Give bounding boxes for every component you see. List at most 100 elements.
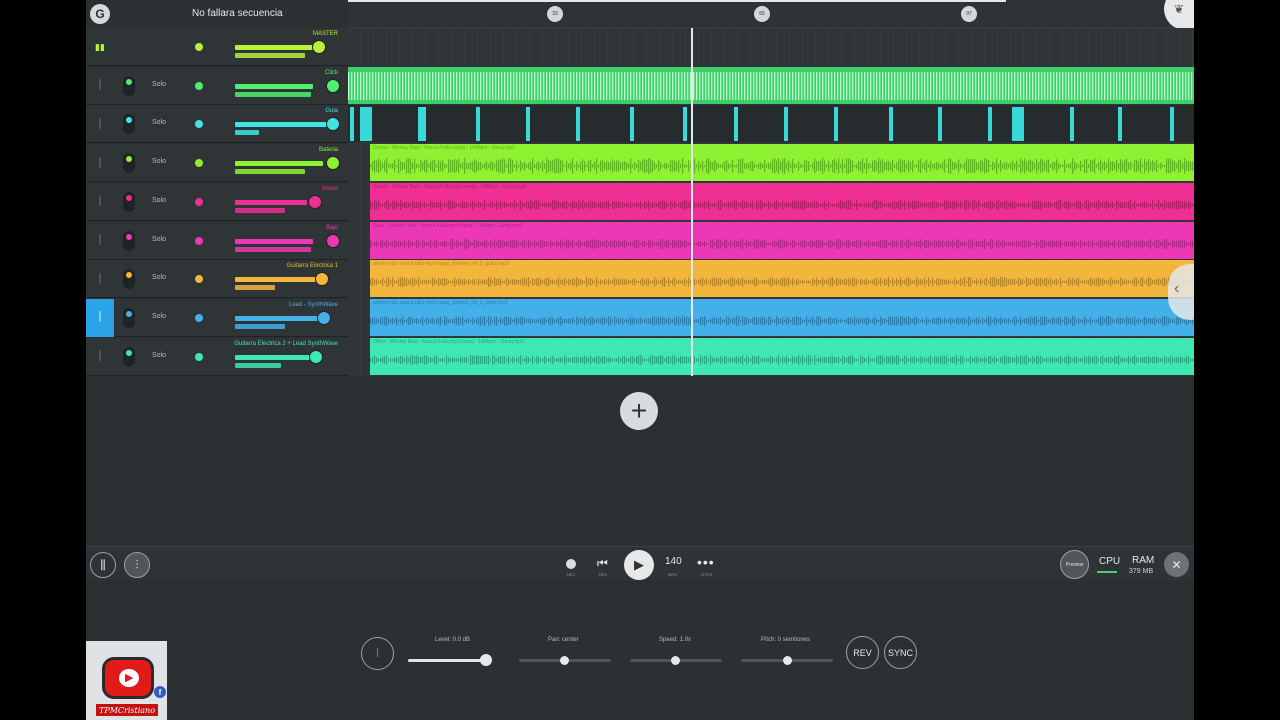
close-button[interactable]: ✕ bbox=[1164, 552, 1189, 577]
pan-knob[interactable] bbox=[123, 269, 135, 290]
record-button[interactable] bbox=[566, 559, 576, 569]
side-panel-handle[interactable]: ‹ bbox=[1168, 264, 1194, 320]
audio-clip[interactable]: Drums - Wesley Ruiz - Nunca Falla.mpeg -… bbox=[370, 144, 1194, 182]
waveform-icon[interactable]: ⦚ bbox=[86, 105, 114, 143]
pan-knob[interactable] bbox=[123, 307, 135, 328]
solo-button[interactable]: Solo bbox=[152, 119, 166, 126]
track-row[interactable]: ⦚ Solo Click bbox=[86, 66, 348, 105]
audio-clip-click[interactable] bbox=[348, 66, 1194, 104]
speed-slider-handle[interactable] bbox=[671, 656, 680, 665]
pan-knob[interactable] bbox=[123, 230, 135, 251]
volume-meter bbox=[235, 354, 315, 360]
mute-button[interactable] bbox=[195, 81, 203, 90]
sync-label: SYNC bbox=[887, 647, 913, 658]
waveform-icon[interactable]: ⦚ bbox=[86, 67, 114, 105]
sync-button[interactable]: SYNC bbox=[884, 636, 917, 669]
browser-button[interactable]: ❦ bbox=[1164, 0, 1194, 30]
ruler-loop-bar[interactable] bbox=[348, 0, 1006, 2]
volume-slider-handle[interactable] bbox=[316, 273, 328, 286]
volume-slider-handle[interactable] bbox=[313, 41, 325, 53]
track-row[interactable]: ⦚ Solo Voces bbox=[86, 182, 348, 221]
track-name: Click bbox=[325, 69, 338, 76]
pan-knob[interactable] bbox=[123, 346, 135, 367]
close-icon: ✕ bbox=[1171, 557, 1182, 572]
playhead[interactable] bbox=[691, 28, 693, 376]
rewind-icon[interactable]: ⏮ bbox=[597, 556, 608, 571]
solo-button[interactable]: Solo bbox=[152, 274, 166, 281]
audio-clip[interactable]: wesley-ruiz-nunca-falla-mp3-mpeg_6stems_… bbox=[370, 298, 1194, 336]
ruler-marker[interactable]: 97 bbox=[961, 6, 977, 22]
mute-button[interactable] bbox=[195, 275, 203, 284]
ram-value: 379 MB bbox=[1129, 568, 1154, 575]
mute-button[interactable] bbox=[195, 197, 203, 206]
mute-button[interactable] bbox=[195, 159, 203, 168]
ruler-marker[interactable]: 33 bbox=[547, 6, 563, 22]
tempo-value[interactable]: 140 bbox=[665, 556, 682, 567]
audio-clip[interactable]: wesley-ruiz-nunca-falla-mp3-mpeg_6stems_… bbox=[370, 260, 1194, 298]
track-row[interactable]: ⦚ Solo Guitarra Electrica 2 + Lead SynthWa… bbox=[86, 337, 348, 376]
pan-knob-indicator bbox=[126, 78, 132, 85]
volume-slider-handle[interactable] bbox=[327, 157, 339, 170]
volume-meter bbox=[235, 285, 275, 291]
preview-button[interactable]: Preview bbox=[1060, 550, 1089, 579]
waveform-button[interactable]: ⦚ bbox=[361, 637, 394, 670]
pan-knob[interactable] bbox=[123, 191, 135, 212]
facebook-icon: f bbox=[154, 686, 166, 698]
volume-slider-handle[interactable] bbox=[327, 118, 339, 131]
preview-label: Preview bbox=[1065, 561, 1084, 568]
pan-knob[interactable] bbox=[123, 114, 135, 135]
ruler-marker[interactable]: 65 bbox=[754, 6, 770, 22]
mute-button[interactable] bbox=[195, 236, 203, 245]
track-row[interactable]: ▮▮ MASTER bbox=[86, 28, 348, 66]
more-options-icon[interactable]: ••• bbox=[697, 554, 715, 570]
app-logo-icon[interactable]: G bbox=[90, 4, 110, 24]
volume-slider-handle[interactable] bbox=[327, 79, 339, 92]
waveform-icon[interactable]: ⦚ bbox=[86, 298, 114, 337]
header: G No fallara secuencia bbox=[86, 0, 348, 28]
solo-button[interactable]: Solo bbox=[152, 352, 166, 359]
channel-settings-button[interactable]: ⫶ bbox=[124, 552, 150, 578]
track-row[interactable]: ⦚ Solo Lead - SynthWave bbox=[86, 298, 348, 337]
mute-button[interactable] bbox=[195, 120, 203, 129]
mixer-button[interactable]: ⫼ bbox=[90, 552, 116, 578]
arrangement-view[interactable]: Drums - Wesley Ruiz - Nunca Falla.mpeg -… bbox=[348, 28, 1194, 376]
solo-button[interactable]: Solo bbox=[152, 158, 166, 165]
level-slider-handle[interactable] bbox=[480, 654, 492, 666]
mute-button[interactable] bbox=[195, 43, 203, 51]
volume-meter bbox=[235, 53, 305, 58]
pitch-slider-handle[interactable] bbox=[783, 656, 792, 665]
waveform-icon[interactable]: ⦚ bbox=[86, 222, 114, 260]
pan-knob[interactable] bbox=[123, 75, 135, 96]
track-row[interactable]: ⦚ Solo Bateria bbox=[86, 144, 348, 183]
solo-button[interactable]: Solo bbox=[152, 197, 166, 204]
mute-button[interactable] bbox=[195, 313, 203, 322]
volume-meter bbox=[235, 246, 311, 252]
pan-slider-handle[interactable] bbox=[560, 656, 569, 665]
mute-button[interactable] bbox=[195, 352, 203, 361]
audio-clip-guide[interactable] bbox=[348, 105, 1194, 143]
level-slider-fill bbox=[408, 659, 486, 662]
solo-button[interactable]: Solo bbox=[152, 236, 166, 243]
audio-clip[interactable]: Vocals - Wesley Ruiz - Nunca Falla.mp3.m… bbox=[370, 182, 1194, 220]
play-button[interactable]: ▶ bbox=[624, 550, 654, 580]
mixer-bars-icon[interactable]: ▮▮ bbox=[86, 28, 114, 66]
waveform-icon[interactable]: ⦚ bbox=[86, 144, 114, 182]
track-row[interactable]: ⦚ Solo Guitarra Electrica 1 bbox=[86, 260, 348, 299]
waveform-icon[interactable]: ⦚ bbox=[86, 183, 114, 221]
track-row[interactable]: ⦚ Solo Bajo bbox=[86, 221, 348, 260]
volume-slider-handle[interactable] bbox=[327, 234, 339, 247]
volume-slider-handle[interactable] bbox=[309, 195, 321, 208]
audio-clip[interactable]: Bass - Wesley Ruiz - Nunca Falla.mp3.mpe… bbox=[370, 221, 1194, 259]
reverse-button[interactable]: REV bbox=[846, 636, 879, 669]
track-row[interactable]: ⦚ Solo Guia bbox=[86, 105, 348, 144]
waveform-icon[interactable]: ⦚ bbox=[86, 338, 114, 376]
volume-slider-handle[interactable] bbox=[310, 350, 322, 363]
waveform-icon[interactable]: ⦚ bbox=[86, 260, 114, 298]
audio-clip[interactable]: Other - Wesley Ruiz - Nunca Falla.mp3.mp… bbox=[370, 337, 1194, 375]
timeline-ruler[interactable]: 33 65 97 ❦ bbox=[348, 0, 1194, 30]
solo-button[interactable]: Solo bbox=[152, 81, 166, 88]
solo-button[interactable]: Solo bbox=[152, 313, 166, 320]
add-track-button[interactable]: + bbox=[620, 392, 658, 430]
volume-slider-handle[interactable] bbox=[318, 311, 330, 324]
pan-knob[interactable] bbox=[123, 153, 135, 174]
